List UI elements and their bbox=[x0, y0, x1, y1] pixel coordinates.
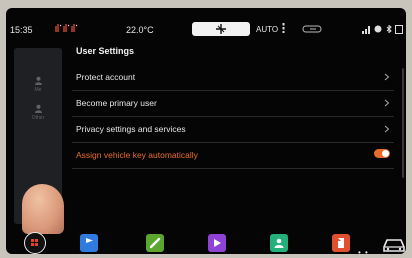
chevron-right-icon bbox=[384, 99, 390, 107]
apps-grid-button[interactable] bbox=[24, 232, 46, 254]
phone-icon bbox=[149, 237, 161, 249]
flag-icon bbox=[86, 238, 93, 248]
scrollbar[interactable] bbox=[402, 68, 404, 178]
fan-button[interactable] bbox=[192, 22, 250, 36]
settings-row-privacy[interactable]: Privacy settings and services bbox=[72, 116, 394, 143]
media-app-button[interactable] bbox=[208, 234, 226, 252]
row-label: Assign vehicle key automatically bbox=[76, 150, 198, 160]
contacts-app-button[interactable] bbox=[270, 234, 288, 252]
user-icon bbox=[34, 76, 42, 85]
car-icon[interactable] bbox=[382, 236, 406, 254]
clock: 15:35 bbox=[10, 25, 33, 35]
settings-row-assign-key: Assign vehicle key automatically bbox=[72, 142, 394, 169]
row-label: Become primary user bbox=[76, 98, 157, 108]
assign-key-toggle[interactable] bbox=[374, 149, 390, 158]
bluetooth-icon bbox=[386, 25, 392, 33]
recirculation-icon[interactable] bbox=[302, 24, 324, 34]
sidebar-item-profile-2[interactable]: Other bbox=[14, 104, 62, 121]
sidebar-item-profile-1[interactable]: Me bbox=[14, 76, 62, 93]
signal-icon bbox=[362, 26, 370, 34]
navigation-app-button[interactable] bbox=[80, 234, 98, 252]
row-label: Privacy settings and services bbox=[76, 124, 186, 134]
app-dock: • • bbox=[6, 222, 406, 254]
sidebar-item-label: Other bbox=[31, 115, 45, 121]
fan-icon bbox=[216, 24, 226, 34]
page-title: User Settings bbox=[76, 46, 135, 56]
more-indicator: • • bbox=[358, 248, 369, 254]
seat-heat-icon[interactable] bbox=[54, 22, 80, 34]
sidebar-item-label: Me bbox=[34, 87, 42, 93]
user-icon bbox=[34, 104, 42, 113]
grid-icon bbox=[31, 239, 38, 246]
files-app-button[interactable] bbox=[332, 234, 350, 252]
fan-level-icon bbox=[282, 23, 285, 33]
infotainment-screen: 15:35 22.0°C AUTO Me Other User Settings… bbox=[6, 8, 406, 254]
status-bar: 15:35 22.0°C AUTO bbox=[6, 8, 406, 38]
toggle-knob bbox=[382, 150, 389, 157]
climate-auto-button[interactable]: AUTO bbox=[256, 25, 278, 34]
row-label: Protect account bbox=[76, 72, 136, 82]
wifi-icon bbox=[374, 25, 382, 33]
chevron-right-icon bbox=[384, 125, 390, 133]
person-icon bbox=[274, 238, 284, 248]
play-icon bbox=[214, 239, 221, 247]
document-icon bbox=[338, 238, 344, 248]
battery-icon bbox=[395, 25, 403, 34]
settings-row-protect-account[interactable]: Protect account bbox=[72, 64, 394, 91]
settings-row-primary-user[interactable]: Become primary user bbox=[72, 90, 394, 117]
phone-app-button[interactable] bbox=[146, 234, 164, 252]
temperature-readout[interactable]: 22.0°C bbox=[126, 25, 154, 35]
chevron-right-icon bbox=[384, 73, 390, 81]
